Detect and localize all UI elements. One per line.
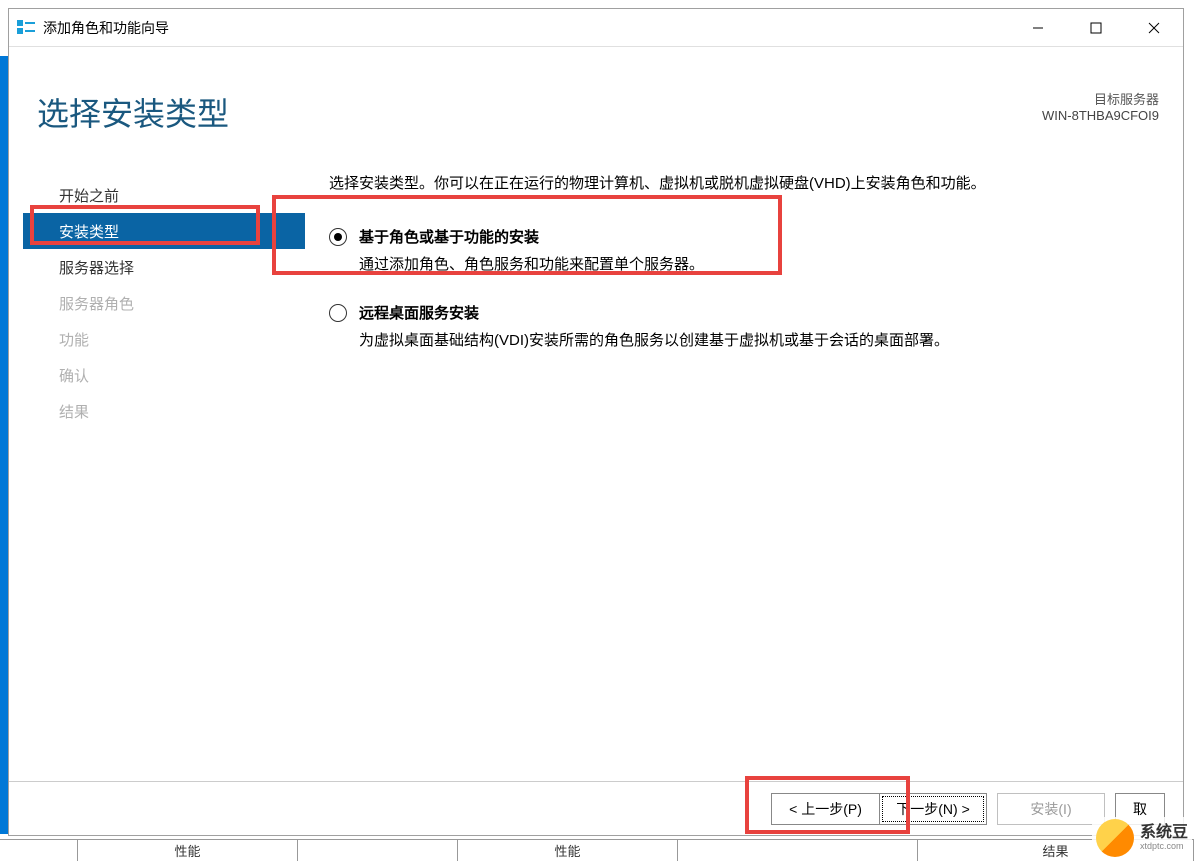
radio-button-icon [329,304,347,322]
sidebar-item-results: 结果 [23,393,305,429]
radio-button-icon [329,228,347,246]
install-button: 安装(I) [997,793,1105,825]
previous-button[interactable]: < 上一步(P) [771,793,879,825]
side-blue-strip [0,56,8,834]
watermark-url: xtdptc.com [1140,841,1188,851]
radio-remote-desktop-install[interactable]: 远程桌面服务安装 为虚拟桌面基础结构(VDI)安装所需的角色服务以创建基于虚拟机… [329,302,1149,350]
sidebar-item-features: 功能 [23,321,305,357]
wizard-steps-sidebar: 开始之前 安装类型 服务器选择 服务器角色 功能 确认 结果 [23,177,305,429]
sidebar-item-server-selection[interactable]: 服务器选择 [23,249,305,285]
sidebar-item-server-roles: 服务器角色 [23,285,305,321]
wizard-button-bar: < 上一步(P) 下一步(N) > 安装(I) 取 [9,781,1183,835]
sidebar-item-before-begin[interactable]: 开始之前 [23,177,305,213]
page-title: 选择安装类型 [37,89,229,135]
wizard-window: 添加角色和功能向导 选择安装类型 目标服务器 WIN-8THBA9CFOI9 [8,8,1184,836]
sidebar-item-confirmation: 确认 [23,357,305,393]
watermark: 系统豆 xtdptc.com [1092,817,1192,859]
instruction-text: 选择安装类型。你可以在正在运行的物理计算机、虚拟机或脱机虚拟硬盘(VHD)上安装… [329,173,1149,196]
titlebar: 添加角色和功能向导 [9,9,1183,47]
target-server-info: 目标服务器 WIN-8THBA9CFOI9 [1042,89,1159,123]
maximize-button[interactable] [1067,9,1125,46]
option-description: 通过添加角色、角色服务和功能来配置单个服务器。 [359,253,704,274]
target-value: WIN-8THBA9CFOI9 [1042,108,1159,123]
close-button[interactable] [1125,9,1183,46]
minimize-button[interactable] [1009,9,1067,46]
target-label: 目标服务器 [1042,89,1159,108]
window-title: 添加角色和功能向导 [43,18,1009,38]
option-title: 远程桌面服务安装 [359,302,949,323]
sidebar-item-installation-type[interactable]: 安装类型 [23,213,305,249]
option-description: 为虚拟桌面基础结构(VDI)安装所需的角色服务以创建基于虚拟机或基于会话的桌面部… [359,329,949,350]
option-title: 基于角色或基于功能的安装 [359,226,704,247]
watermark-text: 系统豆 [1140,825,1188,841]
background-grid-peek: 性能 性能 结果 [0,839,1194,861]
server-manager-icon [17,20,35,36]
watermark-logo-icon [1096,819,1134,857]
radio-role-based-install[interactable]: 基于角色或基于功能的安装 通过添加角色、角色服务和功能来配置单个服务器。 [329,226,1149,274]
next-button[interactable]: 下一步(N) > [879,793,987,825]
